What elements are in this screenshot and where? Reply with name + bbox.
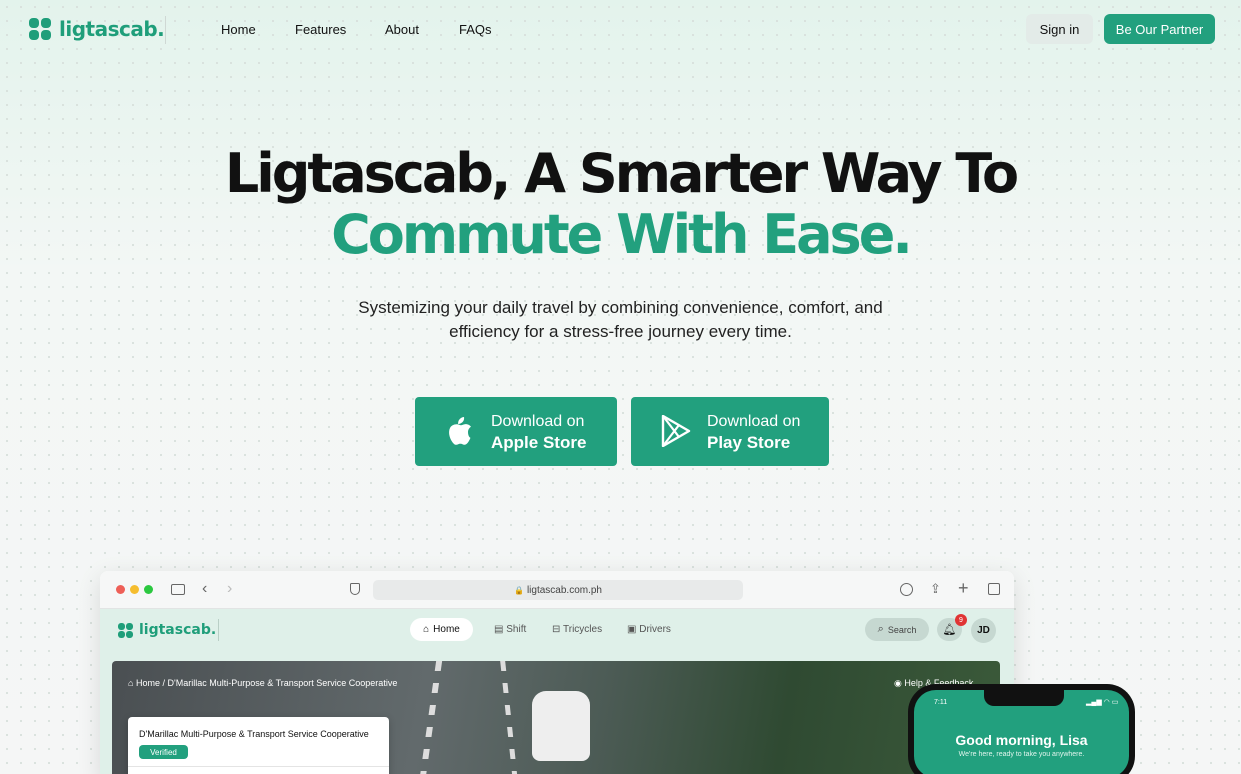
- partner-button[interactable]: Be Our Partner: [1104, 14, 1215, 44]
- top-nav: ligtascab. Home Features About FAQs Sign…: [0, 0, 1241, 58]
- nav-faqs[interactable]: FAQs: [459, 22, 492, 37]
- tab-shift-label: Shift: [506, 624, 527, 635]
- driver-icon: ▣: [627, 624, 637, 635]
- phone-tagline: We're here, ready to take you anywhere.: [958, 751, 1085, 758]
- apple-store-button[interactable]: Download on Apple Store: [415, 397, 617, 466]
- phone-time: 7:11: [934, 699, 948, 706]
- hero-subtitle-2: efficiency for a stress-free journey eve…: [449, 322, 792, 341]
- apple-icon: [449, 417, 471, 445]
- nav-about[interactable]: About: [385, 22, 419, 37]
- tab-tricycles[interactable]: ⊟ Tricycles: [552, 624, 602, 635]
- play-store-top: Download on: [707, 413, 801, 430]
- tab-drivers[interactable]: ▣ Drivers: [627, 624, 671, 635]
- notification-button[interactable]: 🔔︎ 9: [937, 614, 967, 641]
- breadcrumb-current: D'Marillac Multi-Purpose & Transport Ser…: [167, 678, 398, 688]
- sign-in-button[interactable]: Sign in: [1026, 14, 1093, 44]
- car-image: [532, 691, 590, 761]
- breadcrumb-home-icon: ⌂: [128, 678, 134, 688]
- shield-icon: [350, 583, 360, 595]
- help-icon: ◉: [894, 678, 902, 688]
- sidebar-icon: [171, 584, 185, 595]
- avatar[interactable]: JD: [971, 618, 996, 643]
- bell-icon: 🔔︎: [942, 624, 957, 636]
- breadcrumb-separator: /: [162, 678, 165, 688]
- apple-store-top: Download on: [491, 413, 585, 430]
- forward-icon: ›: [227, 580, 233, 597]
- app-brand-name: ligtascab.: [139, 622, 217, 638]
- tab-shift[interactable]: ▤ Shift: [494, 624, 526, 635]
- download-icon[interactable]: [900, 583, 913, 596]
- breadcrumb-home[interactable]: Home: [136, 678, 160, 688]
- search-icon: ⌕: [877, 623, 884, 635]
- browser-toolbar: ‹ › 🔒 ligtascab.com.ph ⇪ +: [100, 571, 1014, 609]
- tab-tricycles-label: Tricycles: [563, 624, 603, 635]
- maximize-dot-icon: [144, 585, 153, 594]
- tabs-icon[interactable]: [988, 583, 1000, 595]
- hero-title-line2: Commute With Ease.: [331, 203, 913, 266]
- play-store-button[interactable]: Download on Play Store: [631, 397, 829, 466]
- nav-home[interactable]: Home: [221, 22, 256, 37]
- breadcrumb: ⌂ Home / D'Marillac Multi-Purpose & Tran…: [128, 678, 397, 688]
- share-icon[interactable]: ⇪: [930, 581, 941, 597]
- play-store-icon: [661, 415, 691, 447]
- phone-screen: 7:11 ▂▄▆ ◠ ▭ Good morning, Lisa We're he…: [914, 690, 1129, 774]
- play-store-bottom: Play Store: [707, 433, 791, 452]
- verified-badge: Verified: [139, 745, 188, 759]
- brand-logo[interactable]: ligtascab.: [29, 17, 165, 41]
- card-title: D'Marillac Multi-Purpose & Transport Ser…: [139, 729, 369, 739]
- phone-notch: [984, 690, 1064, 706]
- address-text: ligtascab.com.ph: [526, 584, 602, 596]
- hero-title-line1: Ligtascab, A Smarter Way To: [224, 142, 1019, 205]
- nav-divider: [165, 16, 166, 44]
- phone-status-icons: ▂▄▆ ◠ ▭: [1086, 699, 1119, 706]
- tab-home-label: Home: [433, 624, 460, 635]
- tab-home[interactable]: ⌂ Home: [410, 618, 473, 641]
- app-logo-divider: [218, 619, 219, 641]
- phone-greeting: Good morning, Lisa: [955, 732, 1088, 748]
- card-divider: [128, 766, 389, 767]
- minimize-dot-icon: [130, 585, 139, 594]
- back-icon: ‹: [202, 580, 208, 597]
- lock-icon: 🔒: [513, 585, 524, 595]
- notification-badge: 9: [955, 614, 967, 626]
- app-logo[interactable]: ligtascab.: [118, 622, 216, 638]
- phone-mockup: 7:11 ▂▄▆ ◠ ▭ Good morning, Lisa We're he…: [908, 684, 1135, 774]
- logo-icon: [29, 18, 51, 40]
- brand-name: ligtascab.: [59, 17, 165, 41]
- search-input[interactable]: ⌕ Search: [865, 618, 929, 641]
- new-tab-icon[interactable]: +: [958, 578, 969, 599]
- search-placeholder: Search: [887, 624, 917, 635]
- hero-subtitle-1: Systemizing your daily travel by combini…: [358, 298, 883, 317]
- apple-store-bottom: Apple Store: [491, 433, 587, 452]
- nav-features[interactable]: Features: [295, 22, 346, 37]
- tab-drivers-label: Drivers: [639, 624, 671, 635]
- cooperative-card[interactable]: D'Marillac Multi-Purpose & Transport Ser…: [128, 717, 389, 774]
- home-icon: ⌂: [423, 624, 430, 635]
- shift-icon: ▤: [494, 624, 504, 635]
- logo-icon: [118, 622, 133, 638]
- address-bar[interactable]: 🔒 ligtascab.com.ph: [373, 580, 743, 600]
- browser-mockup: ‹ › 🔒 ligtascab.com.ph ⇪ + ligtascab. ⌂ H…: [100, 571, 1014, 774]
- close-dot-icon: [116, 585, 125, 594]
- tricycle-icon: ⊟: [552, 624, 561, 635]
